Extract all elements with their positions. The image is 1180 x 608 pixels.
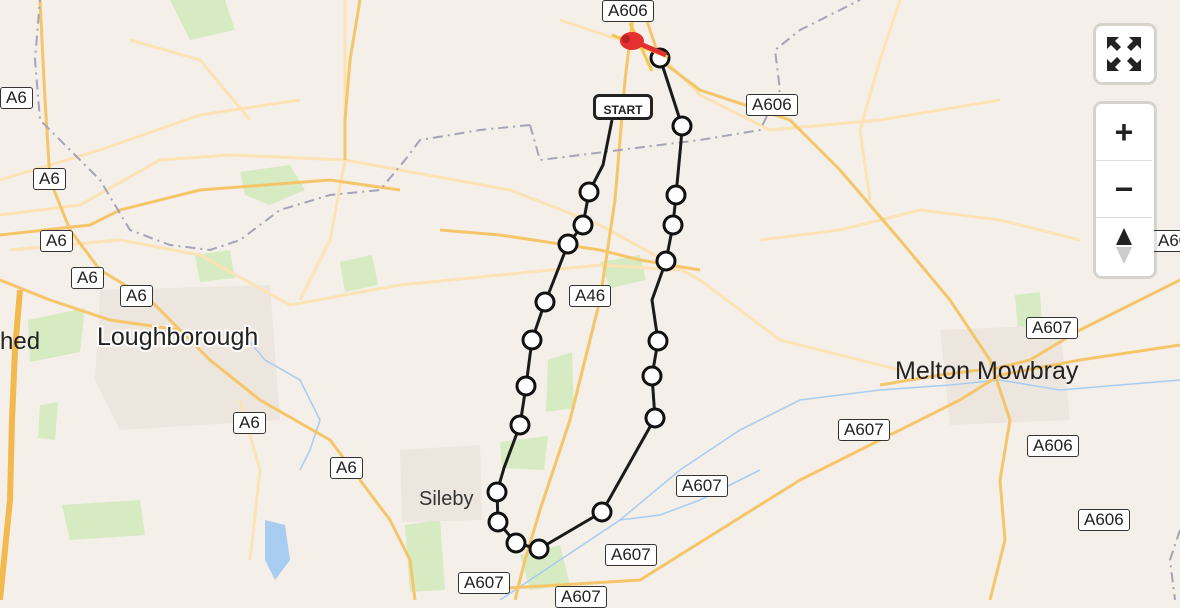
road-shield-a607: A607 <box>1026 317 1078 339</box>
route-start-label: START <box>593 94 653 120</box>
road-shield-a607: A607 <box>676 475 728 497</box>
fullscreen-icon <box>1107 37 1141 71</box>
fullscreen-control <box>1096 26 1154 82</box>
road-shield-a607: A607 <box>1152 230 1180 252</box>
road-shield-a607: A607 <box>605 544 657 566</box>
minor-roads <box>0 0 1081 561</box>
road-shield-a607: A607 <box>838 419 890 441</box>
route-waypoint[interactable] <box>644 407 666 429</box>
road-shield-a46: A46 <box>569 285 612 307</box>
route-waypoint[interactable] <box>578 181 600 203</box>
route-waypoint[interactable] <box>487 511 509 533</box>
fullscreen-button[interactable] <box>1096 26 1152 82</box>
road-shield-a606: A606 <box>1078 509 1130 531</box>
compass-icon <box>1116 228 1132 264</box>
place-label-sileby: Sileby <box>419 488 474 510</box>
road-shield-a6: A6 <box>0 87 33 109</box>
zoom-out-button[interactable]: − <box>1096 160 1152 217</box>
road-shield-a6: A6 <box>71 267 104 289</box>
route-waypoint[interactable] <box>505 532 527 554</box>
route-waypoint[interactable] <box>528 538 550 560</box>
route-waypoint[interactable] <box>521 329 543 351</box>
road-shield-a6: A6 <box>33 168 66 190</box>
route-waypoint[interactable] <box>515 375 537 397</box>
zoom-control: + − <box>1096 104 1154 276</box>
road-shield-a606: A606 <box>602 0 654 22</box>
place-label-melton-mowbray: Melton Mowbray <box>895 357 1079 385</box>
route-waypoint[interactable] <box>641 365 663 387</box>
road-shield-a6: A6 <box>233 412 266 434</box>
road-shield-a607: A607 <box>458 572 510 594</box>
route-waypoint[interactable] <box>486 481 508 503</box>
route-waypoint[interactable] <box>655 250 677 272</box>
route-waypoint[interactable] <box>671 115 693 137</box>
road-shield-a607: A607 <box>555 586 607 608</box>
route-waypoint[interactable] <box>509 414 531 436</box>
road-shield-a6: A6 <box>40 230 73 252</box>
route-waypoint[interactable] <box>665 184 687 206</box>
reservoir <box>265 520 290 580</box>
place-label-loughborough: Loughborough <box>95 321 260 353</box>
route-waypoint[interactable] <box>557 233 579 255</box>
road-shield-a6: A6 <box>120 285 153 307</box>
route-waypoint[interactable] <box>591 501 613 523</box>
route-waypoint[interactable] <box>662 214 684 236</box>
route-waypoint[interactable] <box>534 291 556 313</box>
road-shield-a6: A6 <box>330 457 363 479</box>
route-waypoint[interactable] <box>572 214 594 236</box>
road-shield-a606: A606 <box>746 94 798 116</box>
road-shield-a606: A606 <box>1027 435 1079 457</box>
route-waypoint[interactable] <box>647 330 669 352</box>
place-label-partial: hed <box>0 328 41 355</box>
compass-button[interactable] <box>1096 217 1152 274</box>
zoom-in-button[interactable]: + <box>1096 104 1152 160</box>
